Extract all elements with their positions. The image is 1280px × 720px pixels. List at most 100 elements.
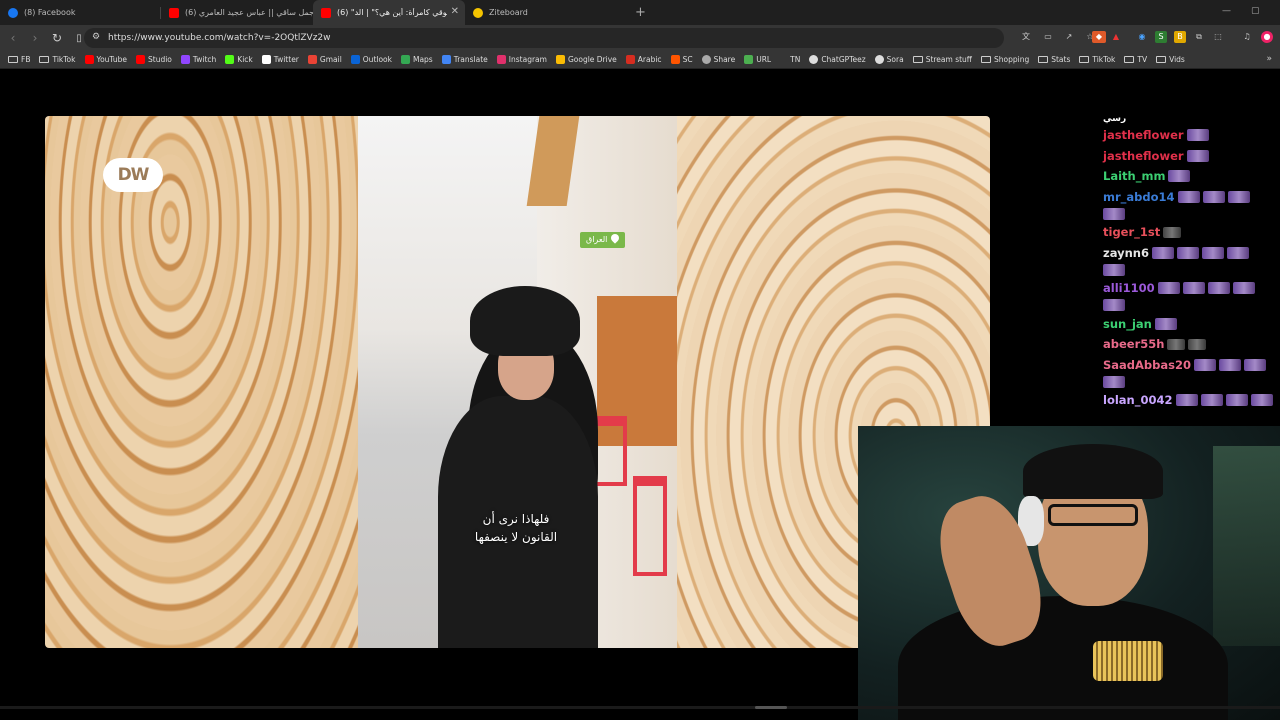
emote-icon (1226, 246, 1249, 259)
chat-username: jastheflower (1103, 148, 1184, 163)
more-bookmarks-icon[interactable]: » (1266, 54, 1272, 64)
bookmark-folder[interactable]: TikTok (1079, 55, 1115, 64)
reload-icon[interactable]: ↻ (48, 31, 66, 45)
bookmark-link[interactable]: Studio (136, 55, 172, 64)
avatar[interactable]: ● (1261, 31, 1273, 43)
youtube-icon (84, 55, 94, 64)
chat-username: zaynn6 (1103, 245, 1149, 260)
new-tab-button[interactable]: + (635, 5, 646, 20)
chat-message: jastheflower (1103, 148, 1273, 164)
bookmark-link[interactable]: Arabic (625, 55, 662, 64)
translate-page-icon[interactable]: 文 (1020, 31, 1032, 43)
bookmark-link[interactable]: YouTube (84, 55, 127, 64)
tab-youtube-active[interactable]: (6) "حقوقي كامرأة: أين هي؟" | الد... ✕ (313, 0, 465, 25)
emote-icon (1219, 358, 1242, 371)
emote-icon (1167, 338, 1186, 350)
bookmark-link[interactable]: Twitch (180, 55, 216, 64)
bookmark-folder[interactable]: FB (8, 55, 30, 64)
extension-icon[interactable]: B (1174, 31, 1186, 43)
tab-youtube-song[interactable]: (6) اجمل ساقي || عباس عجيد العامري -i (161, 0, 313, 25)
chat-message: sun_jan (1103, 316, 1273, 332)
puzzle-icon[interactable]: ⬚ (1212, 31, 1224, 43)
scroll-thumb[interactable] (755, 706, 787, 709)
close-tab-icon[interactable]: ✕ (451, 6, 459, 17)
folder-icon (980, 56, 991, 63)
progress-track[interactable] (0, 706, 1280, 709)
emote-icon (1250, 394, 1273, 406)
bookmark-link[interactable]: Maps (400, 55, 433, 64)
folder-icon (8, 56, 18, 63)
emote-icon (1168, 170, 1191, 182)
emote-icon (1175, 394, 1198, 406)
extension-icon[interactable]: S (1155, 31, 1167, 43)
bookmark-link[interactable]: Outlook (350, 55, 392, 64)
chat-message: mr_abdo14 (1103, 189, 1273, 220)
chat-message: tiger_1st (1103, 224, 1273, 240)
folder-icon (1156, 56, 1167, 63)
emote-icon (1182, 282, 1205, 294)
streamer-shirt (898, 596, 1228, 720)
subtitle-line: القانون لا ينصفها (474, 530, 558, 544)
maps-icon (400, 55, 410, 64)
share-icon[interactable]: ↗ (1063, 31, 1075, 43)
folder-icon (1038, 56, 1049, 63)
extension-icon[interactable]: ◉ (1136, 31, 1148, 43)
bookmark-folder[interactable]: TV (1124, 55, 1147, 64)
cast-icon[interactable]: ▭ (1042, 31, 1054, 43)
bookmark-folder[interactable]: Shopping (980, 55, 1029, 64)
chat-username: tiger_1st (1103, 225, 1161, 239)
ziteboard-icon (473, 7, 483, 18)
emote-icon (1227, 190, 1250, 203)
bookmark-folder[interactable]: TikTok (39, 55, 76, 64)
emote-icon (1186, 129, 1209, 141)
bookmark-link[interactable]: TN (790, 55, 800, 64)
fur-hat (470, 286, 580, 356)
location-tag: العراق (580, 232, 626, 248)
bookmark-link[interactable]: SC (670, 55, 693, 64)
emote-icon (1163, 226, 1182, 238)
bookmark-link[interactable]: ChatGPTeez (809, 55, 866, 64)
maximize-button[interactable]: ▢ (1251, 6, 1260, 16)
brave-shield-icon[interactable]: ◆ (1092, 31, 1106, 43)
bookmark-link[interactable]: Google Drive (555, 55, 617, 64)
chat-username: SaadAbbas20 (1103, 357, 1192, 372)
translate-icon (441, 55, 451, 64)
facebook-icon (8, 7, 18, 18)
bookmark-link[interactable]: Instagram (496, 55, 547, 64)
chat-username: jastheflower (1103, 128, 1184, 142)
tab-bar: (8) Facebook (6) اجمل ساقي || عباس عجيد … (0, 0, 1280, 25)
bookmark-link[interactable]: Kick (225, 55, 253, 64)
outlook-icon (350, 55, 360, 64)
tab-facebook[interactable]: (8) Facebook (0, 0, 160, 25)
extension-icon[interactable]: ⧉ (1193, 31, 1205, 43)
bookmark-folder[interactable]: Vids (1156, 55, 1185, 64)
address-bar[interactable]: ⚙ https://www.youtube.com/watch?v=-2OQtl… (84, 28, 1004, 48)
bookmark-link[interactable]: Translate (441, 55, 488, 64)
soundcloud-icon (670, 55, 680, 64)
bookmark-folder[interactable]: Stream stuff (912, 55, 972, 64)
bookmark-folder[interactable]: Stats (1038, 55, 1070, 64)
emote-icon (1103, 375, 1125, 388)
back-icon[interactable]: ‹ (4, 31, 22, 45)
emote-icon (1244, 358, 1267, 371)
bookmark-link[interactable]: Twitter (261, 55, 299, 64)
bookmark-link[interactable]: URL (744, 55, 771, 64)
sora-icon (874, 55, 884, 64)
bookmark-link[interactable]: Share (701, 55, 735, 64)
bookmark-link[interactable]: Gmail (307, 55, 342, 64)
chat-username: sun_jan (1103, 316, 1152, 331)
bookmark-link[interactable]: Sora (874, 55, 904, 64)
rewards-icon[interactable]: ▲ (1110, 31, 1122, 43)
site-info-icon[interactable]: ⚙ (92, 32, 100, 42)
chat-message: lolan_0042 (1103, 392, 1273, 408)
video-player[interactable]: DW العراق فلهاذا نرى أن القانون لا ينصفه… (45, 116, 990, 648)
twitch-icon (180, 55, 190, 64)
chat-message: alli1100 (1103, 280, 1273, 311)
folder-icon (39, 56, 50, 63)
url-icon (744, 55, 754, 64)
tab-ziteboard[interactable]: Ziteboard (465, 0, 625, 25)
forward-icon[interactable]: › (26, 31, 44, 45)
minimize-button[interactable]: — (1222, 6, 1231, 16)
emote-icon (1202, 190, 1225, 203)
media-icon[interactable]: ♫ (1241, 31, 1253, 43)
